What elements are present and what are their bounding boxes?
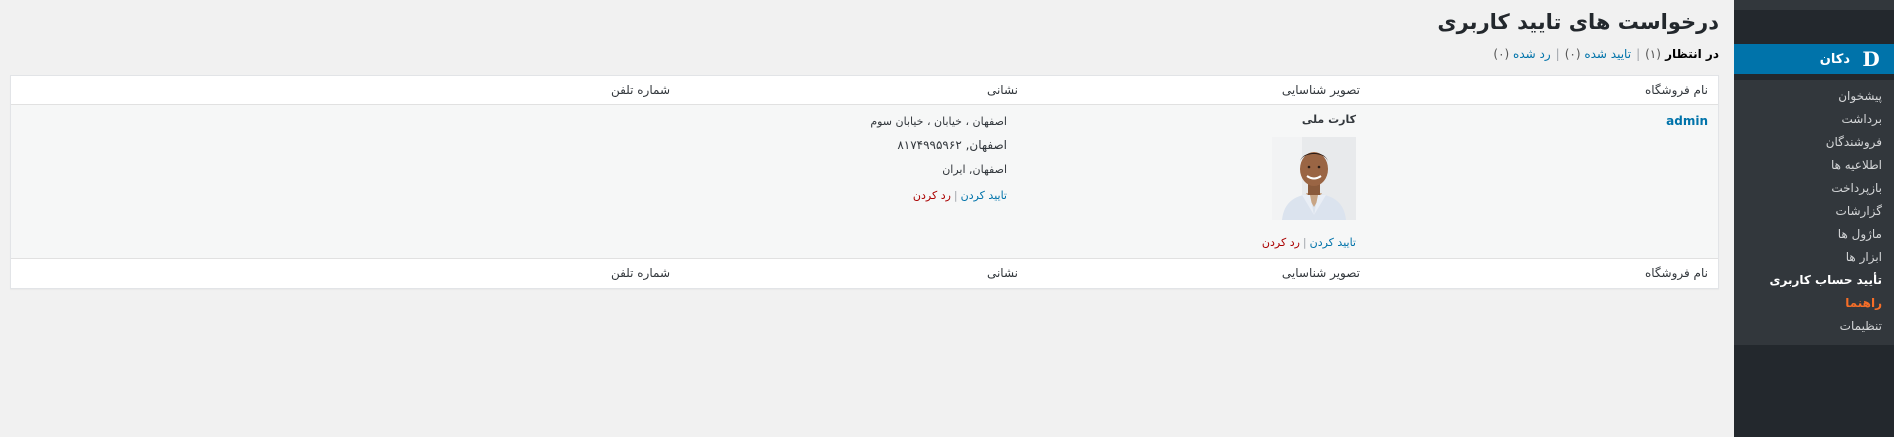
- address-line-3: اصفهان, ایران: [942, 163, 1007, 176]
- sidebar-item-withdraw[interactable]: برداشت: [1734, 107, 1894, 130]
- filter-pending-label: در انتظار: [1665, 47, 1719, 61]
- table-row: admin کارت ملی تایید کردن|رد کردن اصفهان…: [11, 105, 1718, 258]
- store-name-link[interactable]: admin: [1666, 114, 1708, 128]
- verification-table: نام فروشگاه تصویر شناسایی نشانی شماره تل…: [10, 75, 1719, 289]
- sidebar-item-announcements[interactable]: اطلاعیه ها: [1734, 153, 1894, 176]
- sidebar-item-help[interactable]: راهنما: [1734, 291, 1894, 314]
- sidebar-item-reports[interactable]: گزارشات: [1734, 199, 1894, 222]
- address-line-2: اصفهان, ۸۱۷۴۹۹۵۹۶۲: [897, 138, 1007, 152]
- column-header-address: نشانی: [986, 83, 1018, 97]
- reject-address-link[interactable]: رد کردن: [913, 189, 951, 202]
- address-actions: تایید کردن|رد کردن: [913, 189, 1007, 202]
- table-footer: نام فروشگاه تصویر شناسایی نشانی شماره تل…: [11, 258, 1718, 288]
- sidebar-item-refunds[interactable]: بازپرداخت: [1734, 176, 1894, 199]
- status-filters: در انتظار (۱) | تایید شده (۰) | رد شده (…: [1493, 47, 1719, 61]
- id-actions: تایید کردن|رد کردن: [1262, 236, 1356, 249]
- approve-id-link[interactable]: تایید کردن: [1310, 236, 1356, 249]
- filter-approved-label: تایید شده: [1584, 47, 1632, 61]
- filter-separator: |: [1555, 47, 1560, 61]
- table-header: نام فروشگاه تصویر شناسایی نشانی شماره تل…: [11, 76, 1718, 105]
- dokan-logo-icon: D: [1862, 47, 1880, 71]
- page-title: درخواست های تایید کاربری: [1437, 10, 1719, 34]
- filter-rejected-count: (۰): [1493, 47, 1510, 61]
- column-footer-address: نشانی: [986, 266, 1018, 280]
- column-footer-id-image: تصویر شناسایی: [1281, 266, 1360, 280]
- sidebar-item-label: دکان: [1819, 51, 1850, 67]
- sidebar-item-verification[interactable]: تأیید حساب کاربری: [1734, 268, 1894, 291]
- column-footer-store: نام فروشگاه: [1644, 266, 1708, 280]
- filter-separator: |: [1636, 47, 1641, 61]
- filter-approved[interactable]: تایید شده (۰): [1565, 47, 1631, 61]
- filter-rejected-label: رد شده: [1513, 47, 1551, 61]
- id-type-label: کارت ملی: [1301, 113, 1356, 126]
- reject-id-link[interactable]: رد کردن: [1262, 236, 1300, 249]
- column-header-store: نام فروشگاه: [1644, 83, 1708, 97]
- filter-approved-count: (۰): [1564, 47, 1581, 61]
- action-separator: |: [953, 189, 958, 202]
- sidebar-item-dokan[interactable]: D دکان: [1726, 44, 1894, 74]
- action-separator: |: [1302, 236, 1307, 249]
- sidebar-item-modules[interactable]: ماژول ها: [1734, 222, 1894, 245]
- admin-sidebar: D دکان پیشخوان برداشت فروشندگان اطلاعیه …: [1726, 0, 1894, 437]
- column-header-phone: شماره تلفن: [610, 83, 670, 97]
- sidebar-top: [1734, 0, 1894, 10]
- person-photo-icon: [1272, 137, 1356, 220]
- filter-rejected[interactable]: رد شده (۰): [1493, 47, 1550, 61]
- current-menu-pointer: [1726, 51, 1734, 67]
- filter-pending[interactable]: در انتظار (۱): [1645, 47, 1719, 61]
- column-footer-phone: شماره تلفن: [610, 266, 670, 280]
- column-header-id-image: تصویر شناسایی: [1281, 83, 1360, 97]
- sidebar-item-dashboard[interactable]: پیشخوان: [1734, 84, 1894, 107]
- address-line-1: اصفهان ، خیابان ، خیابان سوم: [870, 115, 1007, 128]
- approve-address-link[interactable]: تایید کردن: [961, 189, 1007, 202]
- id-photo[interactable]: [1272, 137, 1356, 220]
- filter-pending-count: (۱): [1645, 47, 1661, 61]
- sidebar-item-settings[interactable]: تنظیمات: [1734, 314, 1894, 337]
- sidebar-item-tools[interactable]: ابزار ها: [1734, 245, 1894, 268]
- sidebar-item-vendors[interactable]: فروشندگان: [1734, 130, 1894, 153]
- sidebar-submenu: پیشخوان برداشت فروشندگان اطلاعیه ها بازپ…: [1734, 80, 1894, 345]
